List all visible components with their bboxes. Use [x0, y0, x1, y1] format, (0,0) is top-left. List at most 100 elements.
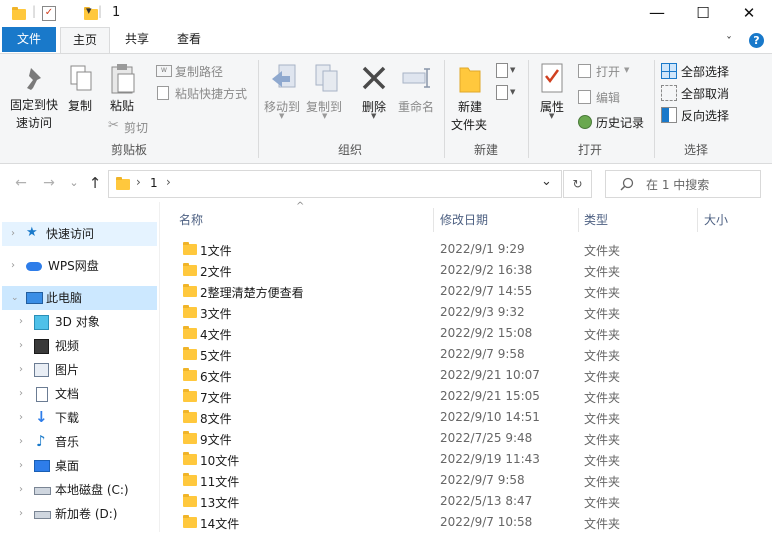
- file-type: 文件夹: [584, 475, 621, 489]
- chevron-right-icon[interactable]: ›: [19, 310, 23, 334]
- chevron-right-icon[interactable]: ›: [19, 454, 23, 478]
- paste-shortcut-button[interactable]: 粘贴快捷方式: [156, 84, 256, 102]
- file-name: 3文件: [200, 307, 232, 321]
- column-header-type[interactable]: 类型: [584, 210, 608, 230]
- file-row[interactable]: 10文件 2022/9/19 11:43 文件夹: [176, 449, 772, 470]
- column-header-modified[interactable]: 修改日期: [440, 210, 488, 230]
- file-row[interactable]: 4文件 2022/9/2 15:08 文件夹: [176, 323, 772, 344]
- nav-item-documents[interactable]: › 文档: [2, 382, 157, 406]
- delete-dropdown-icon: ▼: [371, 112, 377, 120]
- chevron-right-icon[interactable]: ›: [19, 382, 23, 406]
- recent-locations-button[interactable]: ⌄: [64, 173, 84, 193]
- new-item-button[interactable]: ▼: [494, 62, 520, 80]
- collapse-ribbon-chevron-icon[interactable]: ˇ: [726, 35, 732, 49]
- refresh-button[interactable]: ↻: [563, 170, 592, 198]
- pin-label-line1: 固定到快: [10, 98, 59, 112]
- nav-item-quick-access[interactable]: › ★ 快速访问: [2, 222, 157, 246]
- file-modified-date: 2022/9/19 11:43: [440, 452, 540, 466]
- chevron-right-icon[interactable]: ›: [11, 254, 15, 278]
- music-icon: ♪: [36, 432, 46, 450]
- nav-item-this-pc[interactable]: ⌄ 此电脑: [2, 286, 157, 310]
- chevron-right-icon[interactable]: ›: [19, 502, 23, 526]
- copy-button[interactable]: 复制: [64, 62, 98, 118]
- invert-selection-label: 反向选择: [681, 109, 730, 123]
- file-row[interactable]: 14文件 2022/9/7 10:58 文件夹: [176, 512, 772, 533]
- nav-item-videos[interactable]: › 视频: [2, 334, 157, 358]
- invert-selection-button[interactable]: 反向选择: [660, 106, 736, 124]
- up-button[interactable]: ↑: [85, 173, 105, 193]
- column-divider[interactable]: [697, 208, 698, 232]
- file-row[interactable]: 2整理清楚方便查看 2022/9/7 14:55 文件夹: [176, 281, 772, 302]
- properties-button[interactable]: 属性 ▼: [532, 62, 572, 126]
- column-header-name[interactable]: 名称: [179, 210, 203, 230]
- close-button[interactable]: ✕: [726, 0, 772, 27]
- chevron-right-icon[interactable]: ›: [19, 358, 23, 382]
- copy-path-button[interactable]: W 复制路径: [156, 62, 256, 80]
- qa-customize-dropdown[interactable]: ▾: [86, 4, 92, 17]
- file-row[interactable]: 11文件 2022/9/7 9:58 文件夹: [176, 470, 772, 491]
- select-all-button[interactable]: 全部选择: [660, 62, 736, 80]
- nav-item-new-volume-d[interactable]: › 新加卷 (D:): [2, 502, 157, 526]
- properties-dropdown-icon: ▼: [549, 112, 555, 120]
- delete-button[interactable]: 删除 ▼: [356, 62, 392, 122]
- chevron-right-icon[interactable]: ›: [19, 406, 23, 430]
- file-row[interactable]: 7文件 2022/9/21 15:05 文件夹: [176, 386, 772, 407]
- back-button[interactable]: ←: [11, 173, 31, 193]
- search-box[interactable]: 在 1 中搜索: [605, 170, 761, 198]
- file-row[interactable]: 6文件 2022/9/21 10:07 文件夹: [176, 365, 772, 386]
- paste-button[interactable]: 粘贴: [106, 62, 140, 118]
- address-bar[interactable]: › 1 › ⌄: [108, 170, 562, 198]
- breadcrumb-item[interactable]: 1: [150, 176, 158, 190]
- help-icon[interactable]: ?: [749, 33, 764, 48]
- easy-access-button[interactable]: ▼: [494, 84, 520, 102]
- tab-file[interactable]: 文件: [2, 27, 56, 52]
- nav-item-3d-objects[interactable]: › 3D 对象: [2, 310, 157, 334]
- pin-label-line2: 速访问: [16, 116, 53, 130]
- pin-quick-access-button[interactable]: 固定到快 速访问: [6, 62, 62, 134]
- file-row[interactable]: 8文件 2022/9/10 14:51 文件夹: [176, 407, 772, 428]
- easy-access-dropdown-icon: ▼: [510, 88, 516, 96]
- tab-share[interactable]: 共享: [114, 27, 160, 52]
- nav-item-music[interactable]: › ♪ 音乐: [2, 430, 157, 454]
- rename-button[interactable]: 重命名: [396, 62, 438, 122]
- chevron-right-icon[interactable]: ›: [19, 334, 23, 358]
- edit-button[interactable]: 编辑: [578, 88, 638, 106]
- nav-item-downloads[interactable]: › ↓ 下载: [2, 406, 157, 430]
- nav-item-desktop[interactable]: › 桌面: [2, 454, 157, 478]
- chevron-right-icon[interactable]: ›: [11, 222, 15, 246]
- new-folder-button[interactable]: 新建 文件夹: [448, 62, 492, 132]
- file-row[interactable]: 2文件 2022/9/2 16:38 文件夹: [176, 260, 772, 281]
- move-to-button[interactable]: 移动到 ▼: [262, 62, 304, 122]
- cut-button[interactable]: ✂ 剪切: [108, 118, 168, 136]
- column-divider[interactable]: [433, 208, 434, 232]
- select-none-button[interactable]: 全部取消: [660, 84, 736, 102]
- file-type: 文件夹: [584, 328, 621, 342]
- column-divider[interactable]: [578, 208, 579, 232]
- address-dropdown-icon[interactable]: ⌄: [541, 174, 552, 189]
- file-row[interactable]: 13文件 2022/5/13 8:47 文件夹: [176, 491, 772, 512]
- chevron-right-icon[interactable]: ›: [19, 478, 23, 502]
- chevron-down-icon[interactable]: ⌄: [11, 286, 19, 310]
- nav-item-local-disk-c[interactable]: › 本地磁盘 (C:): [2, 478, 157, 502]
- file-row[interactable]: 9文件 2022/7/25 9:48 文件夹: [176, 428, 772, 449]
- tab-view[interactable]: 查看: [166, 27, 212, 52]
- nav-item-pictures[interactable]: › 图片: [2, 358, 157, 382]
- column-header-size[interactable]: 大小: [704, 210, 728, 230]
- file-row[interactable]: 5文件 2022/9/7 9:58 文件夹: [176, 344, 772, 365]
- maximize-button[interactable]: ☐: [680, 0, 726, 27]
- file-row[interactable]: 1文件 2022/9/1 9:29 文件夹: [176, 239, 772, 260]
- select-all-icon: [661, 63, 677, 79]
- invert-selection-icon: [661, 107, 677, 123]
- minimize-button[interactable]: —: [634, 0, 680, 27]
- tab-home[interactable]: 主页: [60, 27, 110, 54]
- open-button[interactable]: 打开 ▼: [578, 62, 638, 80]
- pin-icon: [27, 68, 41, 90]
- properties-qa-icon[interactable]: ✓: [42, 6, 56, 21]
- file-row[interactable]: 3文件 2022/9/3 9:32 文件夹: [176, 302, 772, 323]
- nav-item-wps-cloud[interactable]: › WPS网盘: [2, 254, 157, 278]
- history-button[interactable]: 历史记录: [578, 113, 652, 131]
- breadcrumb-separator[interactable]: ›: [166, 175, 171, 189]
- copy-to-button[interactable]: 复制到 ▼: [304, 62, 348, 122]
- chevron-right-icon[interactable]: ›: [19, 430, 23, 454]
- forward-button[interactable]: →: [39, 173, 59, 193]
